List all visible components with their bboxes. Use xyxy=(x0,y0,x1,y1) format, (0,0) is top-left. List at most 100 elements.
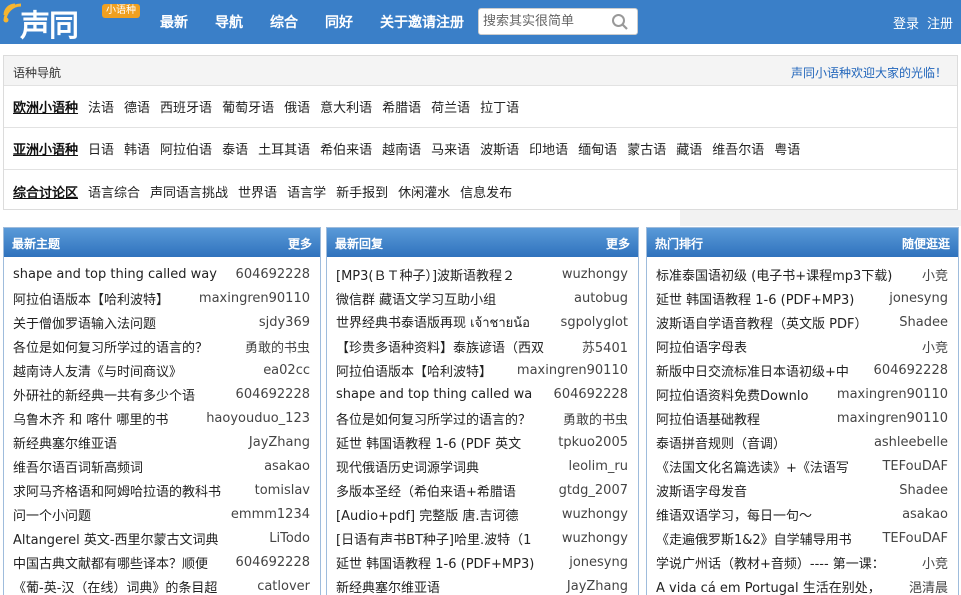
langnav-item[interactable]: 葡萄牙语 xyxy=(222,97,274,116)
thread-title-link[interactable]: 【珍贵多语种资料】泰族谚语（西双 xyxy=(336,337,576,356)
author-link[interactable]: JayZhang xyxy=(243,435,310,450)
thread-title-link[interactable]: 波斯语自学语音教程（英文版 PDF） xyxy=(656,313,893,332)
author-link[interactable]: ashleebelle xyxy=(868,435,948,450)
langnav-item[interactable]: 缅甸语 xyxy=(578,139,617,158)
thread-title-link[interactable]: 学说广州话（教材+音频）---- 第一课： xyxy=(656,553,916,572)
nav-general[interactable]: 综合 xyxy=(270,12,298,32)
langnav-item[interactable]: 韩语 xyxy=(124,139,150,158)
langnav-item[interactable]: 波斯语 xyxy=(480,139,519,158)
langnav-item[interactable]: 荷兰语 xyxy=(431,97,470,116)
thread-title-link[interactable]: 问一个小问题 xyxy=(13,505,225,524)
author-link[interactable]: TEFouDAF xyxy=(876,459,948,474)
thread-title-link[interactable]: 中国古典文献都有哪些译本？顺便 xyxy=(13,553,230,572)
thread-title-link[interactable]: 《走遍俄罗斯1&2》自学辅导用书 xyxy=(656,529,876,548)
author-link[interactable]: 浥清晨 xyxy=(903,577,948,595)
author-link[interactable]: leolim_ru xyxy=(562,459,628,474)
thread-title-link[interactable]: 新版中日交流标准日本语初级+中 xyxy=(656,361,868,380)
author-link[interactable]: LiTodo xyxy=(263,531,310,546)
thread-title-link[interactable]: 各位是如何复习所学过的语言的？ xyxy=(336,409,557,428)
langnav-item[interactable]: 泰语 xyxy=(222,139,248,158)
author-link[interactable]: 604692228 xyxy=(868,363,948,378)
author-link[interactable]: maxingren90110 xyxy=(511,363,628,378)
author-link[interactable]: jonesyng xyxy=(883,291,948,306)
author-link[interactable]: 604692228 xyxy=(230,267,310,282)
thread-title-link[interactable]: 阿拉伯语版本【哈利波特】 xyxy=(336,361,511,380)
author-link[interactable]: 604692228 xyxy=(548,387,628,402)
langnav-item[interactable]: 阿拉伯语 xyxy=(160,139,212,158)
thread-title-link[interactable]: [日语有声书BT种子]哈里.波特（1 xyxy=(336,529,556,548)
langnav-item[interactable]: 意大利语 xyxy=(320,97,372,116)
author-link[interactable]: 小竞 xyxy=(916,265,948,284)
author-link[interactable]: 苏5401 xyxy=(576,337,628,356)
search-icon[interactable] xyxy=(611,13,629,31)
register-link[interactable]: 注册 xyxy=(927,13,953,32)
thread-title-link[interactable]: 阿拉伯语资料免费Downlo xyxy=(656,385,831,404)
author-link[interactable]: 勇敢的书虫 xyxy=(239,337,310,356)
langnav-item[interactable]: 法语 xyxy=(88,97,114,116)
author-link[interactable]: tpkuo2005 xyxy=(552,435,628,450)
thread-title-link[interactable]: 阿拉伯语字母表 xyxy=(656,337,916,356)
thread-title-link[interactable]: 波斯语字母发音 xyxy=(656,481,893,500)
thread-title-link[interactable]: [MP3(ＢＴ种子）]波斯语教程２ xyxy=(336,265,556,284)
langnav-item[interactable]: 新手报到 xyxy=(336,182,388,201)
langnav-item[interactable]: 信息发布 xyxy=(460,182,512,201)
more-link[interactable]: 更多 xyxy=(606,235,630,252)
thread-title-link[interactable]: shape and top thing called wa xyxy=(336,387,548,402)
author-link[interactable]: maxingren90110 xyxy=(193,291,310,306)
thread-title-link[interactable]: shape and top thing called way xyxy=(13,267,230,282)
thread-title-link[interactable]: 各位是如何复习所学过的语言的？ xyxy=(13,337,239,356)
thread-title-link[interactable]: 新经典塞尔维亚语 xyxy=(13,433,243,452)
langnav-category[interactable]: 欧洲小语种 xyxy=(13,97,78,116)
langnav-item[interactable]: 西班牙语 xyxy=(160,97,212,116)
langnav-item[interactable]: 维吾尔语 xyxy=(712,139,764,158)
thread-title-link[interactable]: 延世 韩国语教程 1-6 (PDF+MP3) xyxy=(656,289,883,308)
langnav-item[interactable]: 希腊语 xyxy=(382,97,421,116)
author-link[interactable]: Shadee xyxy=(893,315,948,330)
thread-title-link[interactable]: 标准泰国语初级 (电子书+课程mp3下载) xyxy=(656,265,916,284)
author-link[interactable]: asakao xyxy=(896,507,948,522)
thread-title-link[interactable]: 泰语拼音规则（音调） xyxy=(656,433,868,452)
nav-guide[interactable]: 导航 xyxy=(215,12,243,32)
thread-title-link[interactable]: 延世 韩国语教程 1-6 (PDF 英文 xyxy=(336,433,552,452)
langnav-item[interactable]: 休闲灌水 xyxy=(398,182,450,201)
thread-title-link[interactable]: [Audio+pdf] 完整版 唐.吉诃德 xyxy=(336,505,556,524)
langnav-item[interactable]: 希伯来语 xyxy=(320,139,372,158)
author-link[interactable]: Shadee xyxy=(893,483,948,498)
author-link[interactable]: emmm1234 xyxy=(225,507,310,522)
author-link[interactable]: 勇敢的书虫 xyxy=(557,409,628,428)
langnav-item[interactable]: 声同语言挑战 xyxy=(150,182,228,201)
search-input[interactable] xyxy=(479,9,607,34)
thread-title-link[interactable]: 延世 韩国语教程 1-6 (PDF+MP3) xyxy=(336,553,563,572)
langnav-item[interactable]: 俄语 xyxy=(284,97,310,116)
thread-title-link[interactable]: 关于僧伽罗语输入法问题 xyxy=(13,313,253,332)
thread-title-link[interactable]: 《法国文化名篇选读》+《法语写 xyxy=(656,457,876,476)
thread-title-link[interactable]: Altangerel 英文-西里尔蒙古文词典 xyxy=(13,529,263,548)
langnav-item[interactable]: 世界语 xyxy=(238,182,277,201)
langnav-item[interactable]: 土耳其语 xyxy=(258,139,310,158)
author-link[interactable]: wuzhongy xyxy=(556,531,628,546)
browse-random-link[interactable]: 随便逛逛 xyxy=(902,235,950,252)
author-link[interactable]: maxingren90110 xyxy=(831,411,948,426)
thread-title-link[interactable]: 阿拉伯语版本【哈利波特】 xyxy=(13,289,193,308)
author-link[interactable]: ea02cc xyxy=(257,363,310,378)
thread-title-link[interactable]: 阿拉伯语基础教程 xyxy=(656,409,831,428)
langnav-item[interactable]: 粤语 xyxy=(774,139,800,158)
langnav-item[interactable]: 越南语 xyxy=(382,139,421,158)
thread-title-link[interactable]: 求阿马齐格语和阿姆哈拉语的教科书 xyxy=(13,481,249,500)
author-link[interactable]: maxingren90110 xyxy=(831,387,948,402)
login-link[interactable]: 登录 xyxy=(893,13,919,32)
langnav-item[interactable]: 蒙古语 xyxy=(627,139,666,158)
thread-title-link[interactable]: 《葡-英-汉（在线）词典》的条目超 xyxy=(13,577,251,595)
author-link[interactable]: TEFouDAF xyxy=(876,531,948,546)
langnav-category[interactable]: 亚洲小语种 xyxy=(13,139,78,158)
thread-title-link[interactable]: 微信群 藏语文学习互助小组 xyxy=(336,289,568,308)
thread-title-link[interactable]: 维语双语学习，每日一句～ xyxy=(656,505,896,524)
langnav-category[interactable]: 综合讨论区 xyxy=(13,182,78,201)
author-link[interactable]: gtdg_2007 xyxy=(553,483,628,498)
langnav-item[interactable]: 语言综合 xyxy=(88,182,140,201)
langnav-item[interactable]: 德语 xyxy=(124,97,150,116)
thread-title-link[interactable]: 新经典塞尔维亚语 xyxy=(336,577,561,595)
thread-title-link[interactable]: 多版本圣经（希伯来语+希腊语 xyxy=(336,481,553,500)
author-link[interactable]: asakao xyxy=(258,459,310,474)
thread-title-link[interactable]: 维吾尔语百词斩高频词 xyxy=(13,457,258,476)
